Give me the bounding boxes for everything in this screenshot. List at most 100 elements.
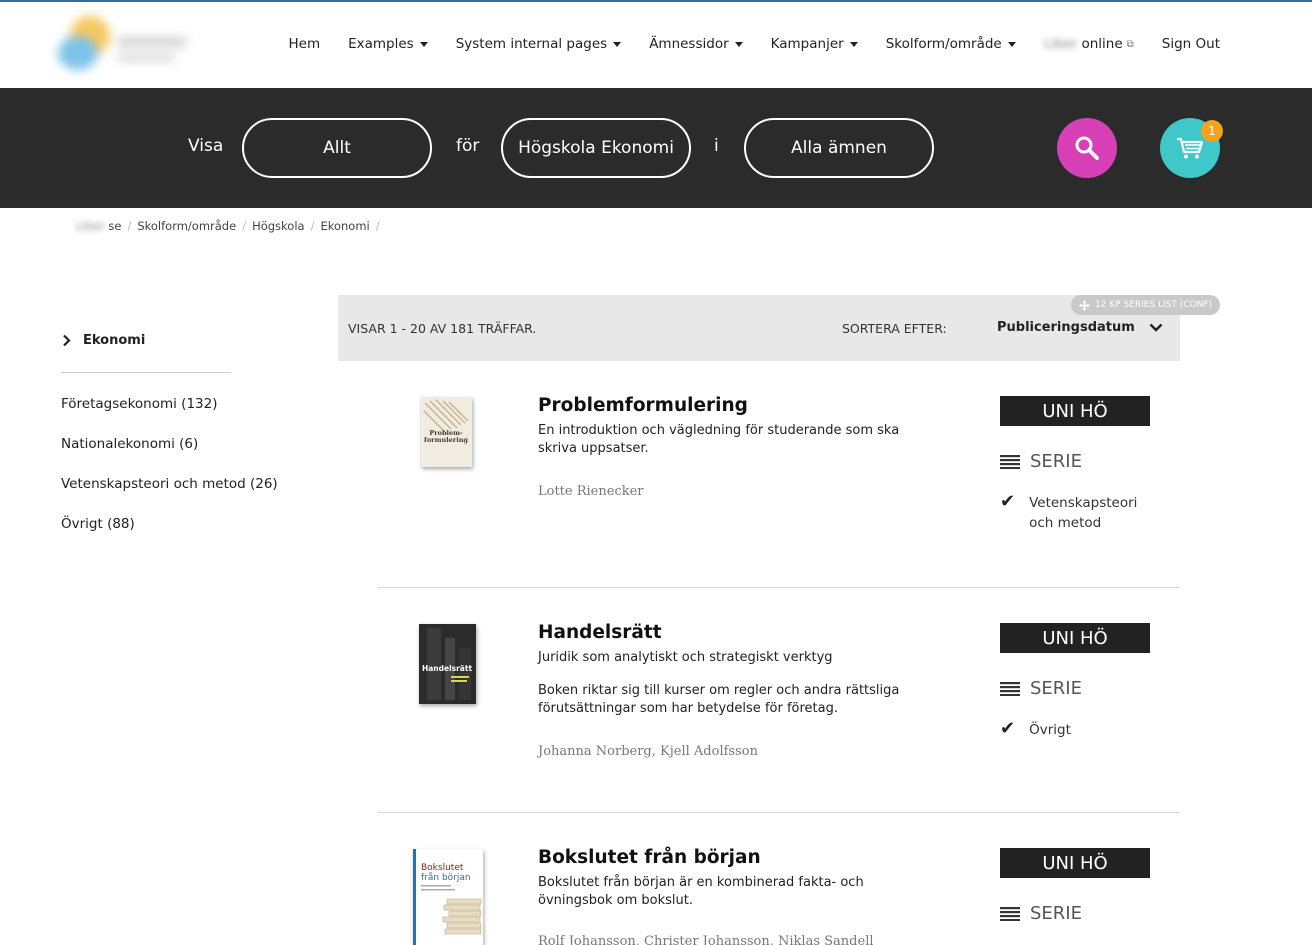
breadcrumb-separator: / — [127, 219, 132, 233]
sidebar-item-ovrigt[interactable]: Övrigt (88) — [61, 516, 278, 556]
sidebar-item-nationalekonomi[interactable]: Nationalekonomi (6) — [61, 436, 278, 476]
breadcrumb-home-prefix: Liber — [76, 219, 105, 233]
subject-label: Övrigt — [1029, 722, 1071, 738]
serie-link[interactable]: SERIE — [1000, 903, 1082, 924]
site-logo[interactable] — [56, 14, 196, 80]
logo-sky-shape — [58, 36, 98, 70]
breadcrumb-home[interactable]: Liber se — [76, 219, 121, 233]
book-cover[interactable]: Handelsrätt — [419, 624, 476, 704]
book-cover[interactable]: Bokslutet från början — [413, 849, 483, 945]
sort-select[interactable]: Publiceringsdatum — [997, 320, 1163, 335]
nav-label: Ämnessidor — [649, 36, 729, 52]
book-title[interactable]: Problemformulering — [538, 395, 748, 416]
conf-tag[interactable]: 12 KP SERIES LIST (CONF) — [1071, 295, 1220, 315]
sidebar-active-label: Ekonomi — [83, 333, 146, 348]
cart-icon — [1177, 137, 1204, 159]
subject-label: Vetenskapsteori och metod — [1029, 495, 1138, 531]
nav-label: Kampanjer — [770, 36, 844, 52]
logo-text-shape — [118, 54, 174, 61]
serie-link[interactable]: SERIE — [1000, 451, 1082, 472]
sidebar-item-foretagsekonomi[interactable]: Företagsekonomi (132) — [61, 396, 278, 436]
visa-label: Visa — [188, 136, 224, 156]
level-badge: UNI HÖ — [1000, 396, 1150, 426]
svg-text:från början: från början — [421, 872, 471, 883]
level-badge: UNI HÖ — [1000, 623, 1150, 653]
search-bar: Visa Allt för Högskola Ekonomi i Alla äm… — [0, 88, 1312, 208]
subject-tag: ✔ Vetenskapsteori och metod — [1000, 493, 1139, 533]
sidebar-divider — [61, 372, 231, 373]
serie-label: SERIE — [1030, 451, 1082, 472]
book-cover-art: Handelsrätt — [419, 624, 476, 704]
sidebar-item-vetenskapsteori[interactable]: Vetenskapsteori och metod (26) — [61, 476, 278, 516]
caret-down-icon — [1007, 41, 1016, 47]
book-item: Handelsrätt Handelsrätt Juridik som anal… — [378, 588, 1180, 812]
caret-down-icon — [419, 41, 428, 47]
breadcrumb-separator: / — [375, 219, 380, 233]
results-count: VISAR 1 - 20 AV 181 TRÄFFAR. — [348, 321, 537, 336]
book-cover-art: Problem- formulering — [423, 399, 469, 444]
external-link-icon: ⧉ — [1126, 38, 1134, 50]
logo-text-shape — [118, 38, 186, 46]
serie-label: SERIE — [1030, 903, 1082, 924]
sort-value: Publiceringsdatum — [997, 320, 1135, 335]
nav-item-hem[interactable]: Hem — [288, 36, 320, 52]
caret-down-icon — [849, 41, 858, 47]
nav-item-online[interactable]: Liber online ⧉ — [1044, 36, 1134, 52]
breadcrumb: Liber se / Skolform/område / Högskola / … — [76, 219, 380, 233]
level-badge: UNI HÖ — [1000, 848, 1150, 878]
book-author[interactable]: Rolf Johansson, Christer Johansson, Nikl… — [538, 934, 874, 945]
nav-item-amnessidor[interactable]: Ämnessidor — [649, 36, 743, 52]
subject-select[interactable]: Alla ämnen — [744, 118, 934, 178]
book-description: Boken riktar sig till kurser om regler o… — [538, 683, 900, 716]
breadcrumb-home-suffix: se — [108, 219, 122, 233]
for-label: för — [456, 136, 480, 156]
subject-tag: ✔ Övrigt — [1000, 720, 1139, 740]
breadcrumb-separator: / — [310, 219, 315, 233]
level-select[interactable]: Högskola Ekonomi — [501, 118, 691, 178]
nav-label: online — [1081, 36, 1123, 52]
book-author[interactable]: Johanna Norberg, Kjell Adolfsson — [538, 744, 758, 759]
list-icon — [1000, 681, 1020, 696]
book-author[interactable]: Lotte Rienecker — [538, 484, 644, 499]
sign-out-link[interactable]: Sign Out — [1162, 36, 1220, 52]
book-subtitle: Juridik som analytiskt och strategiskt v… — [538, 650, 833, 665]
caret-down-icon — [613, 41, 622, 47]
book-cover[interactable]: Problem- formulering — [421, 397, 472, 467]
conf-tag-label: 12 KP SERIES LIST (CONF) — [1094, 300, 1213, 310]
serie-link[interactable]: SERIE — [1000, 678, 1082, 699]
nav-item-kampanjer[interactable]: Kampanjer — [771, 36, 858, 52]
breadcrumb-item[interactable]: Skolform/område — [137, 219, 236, 233]
sort-label: SORTERA EFTER: — [842, 321, 947, 336]
nav-label: System internal pages — [455, 36, 608, 52]
sidebar-category-list: Företagsekonomi (132) Nationalekonomi (6… — [61, 396, 278, 556]
book-title[interactable]: Bokslutet från början — [538, 847, 761, 868]
svg-text:Handelsrätt: Handelsrätt — [422, 664, 473, 673]
online-prefix: Liber — [1043, 36, 1078, 52]
book-item: Problem- formulering Problemformulering … — [378, 361, 1180, 587]
sidebar-active-category[interactable]: Ekonomi — [62, 333, 145, 348]
svg-text:Bokslutet: Bokslutet — [421, 863, 464, 873]
book-item: Bokslutet från början Bokslutet från bör… — [378, 813, 1180, 945]
svg-text:formulering: formulering — [424, 436, 468, 444]
book-title[interactable]: Handelsrätt — [538, 622, 662, 643]
breadcrumb-separator: / — [242, 219, 247, 233]
nav-item-system-internal-pages[interactable]: System internal pages — [455, 36, 622, 52]
check-icon: ✔ — [1000, 491, 1016, 512]
main-nav: Hem Examples System internal pages Ämnes… — [288, 36, 1220, 52]
chevron-right-icon — [63, 334, 71, 347]
serie-label: SERIE — [1030, 678, 1082, 699]
site-header: Hem Examples System internal pages Ämnes… — [0, 2, 1312, 88]
book-description: En introduktion och vägledning för stude… — [538, 423, 900, 456]
in-label: i — [714, 136, 719, 156]
breadcrumb-item[interactable]: Högskola — [252, 219, 305, 233]
book-description: Bokslutet från början är en kombinerad f… — [538, 875, 864, 908]
type-select[interactable]: Allt — [242, 118, 432, 178]
list-icon — [1000, 454, 1020, 469]
nav-label: Hem — [288, 36, 321, 52]
breadcrumb-item[interactable]: Ekonomi — [320, 219, 369, 233]
results-header: VISAR 1 - 20 AV 181 TRÄFFAR. SORTERA EFT… — [338, 295, 1180, 361]
nav-item-skolform[interactable]: Skolform/område — [886, 36, 1016, 52]
search-button[interactable] — [1057, 118, 1117, 178]
nav-item-examples[interactable]: Examples — [348, 36, 428, 52]
chevron-down-icon — [1149, 323, 1163, 332]
